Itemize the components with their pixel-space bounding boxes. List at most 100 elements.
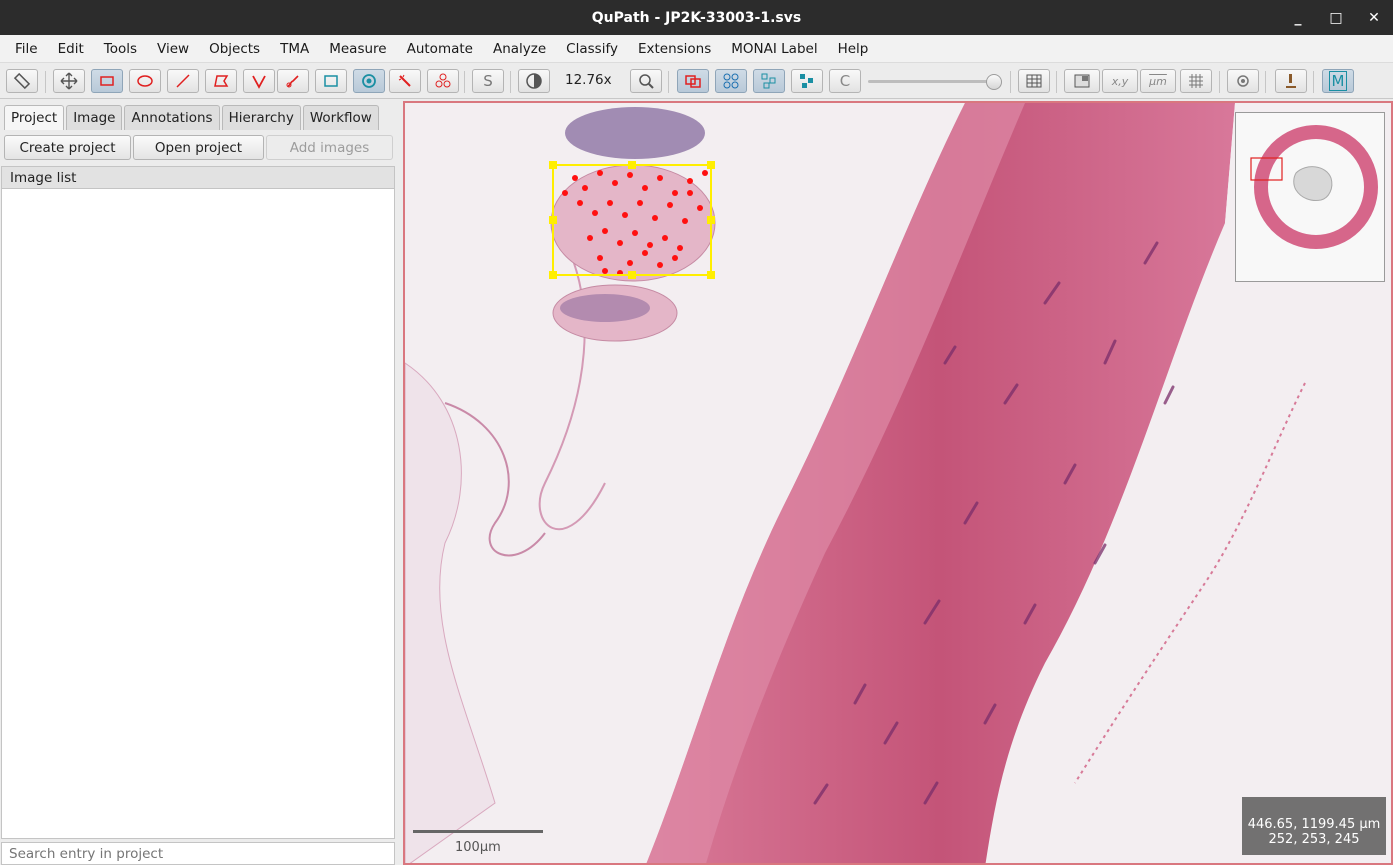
minimize-button[interactable]: _ xyxy=(1279,10,1317,26)
cursor-location-panel: 446.65, 1199.45 µm 252, 253, 245 xyxy=(1242,797,1386,855)
monai-label-text: M xyxy=(1328,71,1348,91)
rectangle-icon xyxy=(100,76,114,86)
move-icon xyxy=(60,72,78,90)
selection-mode-button[interactable]: S xyxy=(472,69,504,93)
move-tool-button[interactable] xyxy=(53,69,85,93)
menu-classify[interactable]: Classify xyxy=(556,41,628,57)
show-detections-button[interactable] xyxy=(753,69,785,93)
menu-measure[interactable]: Measure xyxy=(319,41,396,57)
tab-image[interactable]: Image xyxy=(66,105,123,130)
wand-icon xyxy=(398,74,411,87)
wand-tool-button[interactable] xyxy=(389,69,421,93)
points-tool-button[interactable] xyxy=(353,69,385,93)
gear-icon xyxy=(1237,75,1249,87)
tab-workflow[interactable]: Workflow xyxy=(302,105,379,130)
connections-label: C xyxy=(839,72,851,90)
brightness-contrast-button[interactable] xyxy=(518,69,550,93)
menu-monai-label[interactable]: MONAI Label xyxy=(721,41,827,57)
rectangle-outline-icon xyxy=(324,75,338,87)
polyline-tool-button[interactable] xyxy=(243,69,275,93)
polyline-icon xyxy=(252,75,266,89)
table-icon xyxy=(1026,74,1042,88)
main-toolbar: S 12.76x C x,y µm M xyxy=(0,63,1393,99)
location-label: x,y xyxy=(1111,74,1129,88)
line-icon xyxy=(176,74,190,88)
annotations-icon xyxy=(685,75,701,88)
measurement-table-button[interactable] xyxy=(1018,69,1050,93)
opacity-slider-knob[interactable] xyxy=(986,74,1002,90)
left-panel: Project Image Annotations Hierarchy Work… xyxy=(0,100,398,865)
script-editor-button[interactable] xyxy=(1275,69,1307,93)
ellipse-tool-button[interactable] xyxy=(129,69,161,93)
maximize-button[interactable]: □ xyxy=(1317,10,1355,26)
ellipse-icon xyxy=(137,75,153,87)
brush-icon xyxy=(286,75,299,88)
brush-tool-button[interactable] xyxy=(277,69,309,93)
overview-image xyxy=(1250,125,1378,249)
overview-toggle-button[interactable] xyxy=(1064,69,1100,93)
contrast-icon xyxy=(526,73,542,89)
points-icon xyxy=(362,74,376,88)
menu-help[interactable]: Help xyxy=(828,41,879,57)
left-tabs: Project Image Annotations Hierarchy Work… xyxy=(4,105,381,130)
menu-tma[interactable]: TMA xyxy=(270,41,319,57)
menu-file[interactable]: File xyxy=(5,41,48,57)
magnifier-icon xyxy=(639,74,654,89)
line-tool-button[interactable] xyxy=(167,69,199,93)
selection-mode-label: S xyxy=(483,72,493,90)
menu-edit[interactable]: Edit xyxy=(48,41,94,57)
grid-toggle-button[interactable] xyxy=(1180,69,1212,93)
fill-detections-icon xyxy=(800,74,813,88)
tma-grid-tool-button[interactable] xyxy=(315,69,347,93)
location-toggle-button[interactable]: x,y xyxy=(1102,69,1138,93)
create-project-button[interactable]: Create project xyxy=(4,135,131,160)
cursor-coordinates: 446.65, 1199.45 µm xyxy=(1247,817,1381,832)
fill-detections-button[interactable] xyxy=(791,69,823,93)
ruler-icon xyxy=(13,72,31,90)
show-annotations-button[interactable] xyxy=(677,69,709,93)
scale-bar xyxy=(413,830,543,833)
cells-icon xyxy=(435,73,451,88)
search-input[interactable] xyxy=(1,842,395,865)
menu-bar: File Edit Tools View Objects TMA Measure… xyxy=(0,35,1393,63)
rectangle-tool-button[interactable] xyxy=(91,69,123,93)
polygon-icon xyxy=(214,75,229,87)
tab-annotations[interactable]: Annotations xyxy=(124,105,220,130)
image-list-header: Image list xyxy=(1,166,395,189)
add-images-button[interactable]: Add images xyxy=(266,135,393,160)
tab-project[interactable]: Project xyxy=(4,105,65,130)
show-tma-grid-button[interactable] xyxy=(715,69,747,93)
tab-hierarchy[interactable]: Hierarchy xyxy=(221,105,301,130)
open-project-button[interactable]: Open project xyxy=(133,135,264,160)
project-buttons: Create project Open project Add images xyxy=(4,135,395,160)
window-titlebar: QuPath - JP2K-33003-1.svs _ □ ✕ xyxy=(0,0,1393,35)
cells-tool-button[interactable] xyxy=(427,69,459,93)
image-viewer[interactable]: 100µm 446.65, 1199.45 µm 252, 253, 245 xyxy=(403,101,1393,865)
zoom-level: 12.76x xyxy=(565,72,612,88)
grid-icon xyxy=(1189,74,1203,88)
close-button[interactable]: ✕ xyxy=(1355,10,1393,26)
scalebar-toggle-button[interactable]: µm xyxy=(1140,69,1176,93)
menu-tools[interactable]: Tools xyxy=(94,41,147,57)
menu-extensions[interactable]: Extensions xyxy=(628,41,721,57)
opacity-slider-track[interactable] xyxy=(868,80,998,83)
menu-automate[interactable]: Automate xyxy=(397,41,483,57)
polygon-tool-button[interactable] xyxy=(205,69,237,93)
image-list[interactable] xyxy=(1,189,395,839)
overview-icon xyxy=(1074,74,1090,88)
monai-label-button[interactable]: M xyxy=(1322,69,1354,93)
pixel-values: 252, 253, 245 xyxy=(1268,832,1360,847)
scalebar-label: µm xyxy=(1149,74,1167,88)
preferences-button[interactable] xyxy=(1227,69,1259,93)
window-controls: _ □ ✕ xyxy=(1279,0,1393,35)
menu-analyze[interactable]: Analyze xyxy=(483,41,556,57)
menu-objects[interactable]: Objects xyxy=(199,41,270,57)
zoom-to-fit-button[interactable] xyxy=(630,69,662,93)
overview-thumbnail[interactable] xyxy=(1235,112,1385,282)
detections-icon xyxy=(761,73,776,89)
scale-bar-label: 100µm xyxy=(455,840,501,855)
show-connections-button[interactable]: C xyxy=(829,69,861,93)
microscope-icon xyxy=(1286,74,1296,88)
analysis-pane-toggle-button[interactable] xyxy=(6,69,38,93)
menu-view[interactable]: View xyxy=(147,41,199,57)
